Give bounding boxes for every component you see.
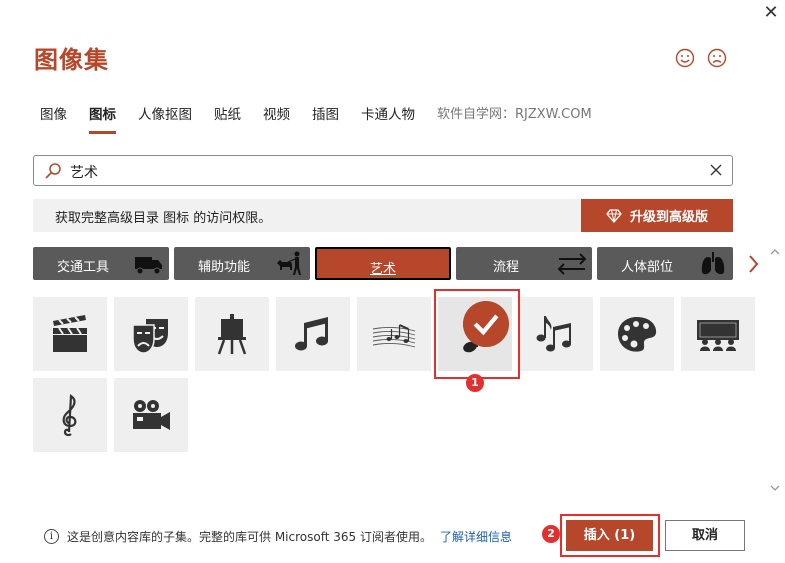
premium-upsell-bar: 获取完整高级目录 图标 的访问权限。 升级到高级版 bbox=[33, 199, 733, 232]
category-transport[interactable]: 交通工具 bbox=[33, 247, 169, 280]
category-art[interactable]: 艺术 bbox=[315, 247, 451, 280]
tab-cartoon-people[interactable]: 卡通人物 bbox=[361, 106, 415, 134]
theater-audience-icon bbox=[697, 320, 739, 351]
music-notes-icon bbox=[536, 316, 571, 352]
category-label: 辅助功能 bbox=[197, 260, 250, 275]
guide-dog-icon bbox=[277, 251, 301, 275]
category-label: 交通工具 bbox=[56, 260, 109, 275]
icon-tile[interactable] bbox=[276, 297, 350, 371]
annotation-badge-1: 1 bbox=[466, 374, 484, 392]
search-box[interactable]: 艺术 bbox=[33, 155, 733, 186]
search-icon bbox=[45, 163, 61, 179]
annotation-box-selected-icon bbox=[434, 289, 520, 379]
frown-feedback-icon[interactable] bbox=[707, 48, 727, 68]
search-input[interactable]: 艺术 bbox=[70, 162, 98, 182]
smile-feedback-icon[interactable] bbox=[675, 48, 695, 68]
movie-camera-icon bbox=[133, 400, 170, 430]
icon-tile[interactable] bbox=[519, 297, 593, 371]
treble-clef-icon bbox=[62, 394, 77, 437]
chevron-right-icon[interactable] bbox=[743, 252, 763, 276]
annotation-badge-2: 2 bbox=[542, 525, 560, 543]
tab-images[interactable]: 图像 bbox=[40, 106, 67, 134]
tab-videos[interactable]: 视频 bbox=[263, 106, 290, 134]
category-label: 流程 bbox=[492, 260, 519, 275]
tab-illustrations[interactable]: 插图 bbox=[312, 106, 339, 134]
sheet-music-icon bbox=[372, 324, 416, 348]
easel-icon bbox=[217, 314, 247, 355]
footer-info: i 这是创意内容库的子集。完整的库可供 Microsoft 365 订阅者使用。… bbox=[44, 528, 512, 545]
insert-button[interactable]: 插入 (1) bbox=[566, 520, 653, 551]
tab-icons[interactable]: 图标 bbox=[89, 106, 116, 134]
tab-cutout-people[interactable]: 人像抠图 bbox=[138, 106, 192, 134]
cancel-button[interactable]: 取消 bbox=[665, 520, 745, 551]
swap-arrows-icon bbox=[557, 253, 587, 275]
theater-masks-icon bbox=[132, 319, 168, 354]
category-process[interactable]: 流程 bbox=[456, 247, 592, 280]
beamed-notes-icon bbox=[295, 317, 328, 351]
vertical-scrollbar[interactable] bbox=[768, 248, 782, 498]
icon-results-grid bbox=[33, 297, 758, 457]
truck-icon bbox=[135, 257, 162, 275]
category-label: 人体部位 bbox=[620, 260, 673, 275]
clear-search-icon[interactable] bbox=[708, 162, 724, 178]
close-button[interactable]: ✕ bbox=[760, 2, 782, 24]
category-body-parts[interactable]: 人体部位 bbox=[597, 247, 733, 280]
icon-tile[interactable] bbox=[195, 297, 269, 371]
palette-icon bbox=[618, 317, 657, 352]
icon-tile[interactable] bbox=[33, 297, 107, 371]
icon-tile[interactable] bbox=[681, 297, 755, 371]
icon-tile[interactable] bbox=[600, 297, 674, 371]
icon-tile[interactable] bbox=[114, 378, 188, 452]
category-carousel: 交通工具 辅助功能 艺术 流程 人体部位 bbox=[33, 247, 738, 280]
upsell-message: 获取完整高级目录 图标 的访问权限。 bbox=[55, 211, 272, 226]
clapperboard-icon bbox=[53, 315, 87, 352]
icon-tile[interactable] bbox=[33, 378, 107, 452]
tab-stickers[interactable]: 贴纸 bbox=[214, 106, 241, 134]
upgrade-button-label: 升级到高级版 bbox=[629, 210, 708, 225]
lungs-icon bbox=[701, 252, 725, 275]
category-accessibility[interactable]: 辅助功能 bbox=[174, 247, 310, 280]
diamond-icon bbox=[606, 208, 622, 223]
upgrade-button[interactable]: 升级到高级版 bbox=[581, 199, 733, 232]
watermark-text: 软件自学网：RJZXW.COM bbox=[437, 107, 592, 122]
tab-bar: 图像 图标 人像抠图 贴纸 视频 插图 卡通人物 软件自学网：RJZXW.COM bbox=[40, 106, 614, 136]
category-label: 艺术 bbox=[369, 262, 396, 277]
icon-tile[interactable] bbox=[114, 297, 188, 371]
icon-tile[interactable] bbox=[357, 297, 431, 371]
learn-more-link[interactable]: 了解详细信息 bbox=[440, 528, 512, 545]
dialog-title: 图像集 bbox=[34, 46, 109, 74]
info-text: 这是创意内容库的子集。完整的库可供 Microsoft 365 订阅者使用。 bbox=[67, 530, 432, 544]
info-icon: i bbox=[44, 529, 59, 544]
